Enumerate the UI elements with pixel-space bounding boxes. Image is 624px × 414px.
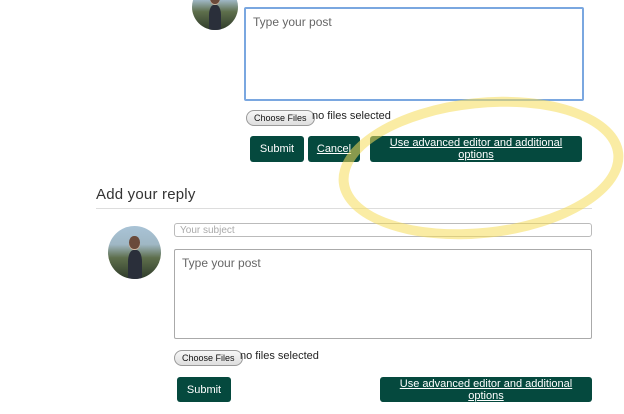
post-textarea-reply[interactable] — [174, 249, 592, 339]
advanced-editor-button-top[interactable]: Use advanced editor and additional optio… — [370, 136, 582, 162]
submit-button-top[interactable]: Submit — [250, 136, 304, 162]
submit-button-reply[interactable]: Submit — [177, 377, 231, 402]
avatar-head — [129, 235, 140, 250]
user-avatar-top — [192, 0, 238, 30]
avatar-body — [128, 249, 142, 279]
cancel-button-label: Cancel — [316, 143, 352, 155]
reply-heading: Add your reply — [96, 186, 196, 203]
subject-input[interactable] — [174, 223, 592, 237]
advanced-editor-button-reply[interactable]: Use advanced editor and additional optio… — [380, 377, 592, 402]
avatar-body — [209, 4, 222, 30]
file-status-reply: no files selected — [240, 350, 319, 362]
cancel-button-top[interactable]: Cancel — [308, 136, 360, 162]
advanced-editor-label-reply: Use advanced editor and additional optio… — [399, 377, 573, 402]
choose-files-button-top[interactable]: Choose Files — [246, 110, 315, 126]
post-textarea-top[interactable] — [244, 7, 584, 101]
avatar-head — [210, 0, 220, 5]
choose-files-button-reply[interactable]: Choose Files — [174, 350, 243, 366]
reply-divider — [96, 208, 592, 209]
file-status-top: no files selected — [312, 110, 391, 122]
advanced-editor-label-top: Use advanced editor and additional optio… — [389, 137, 563, 161]
user-avatar-reply — [108, 226, 161, 279]
